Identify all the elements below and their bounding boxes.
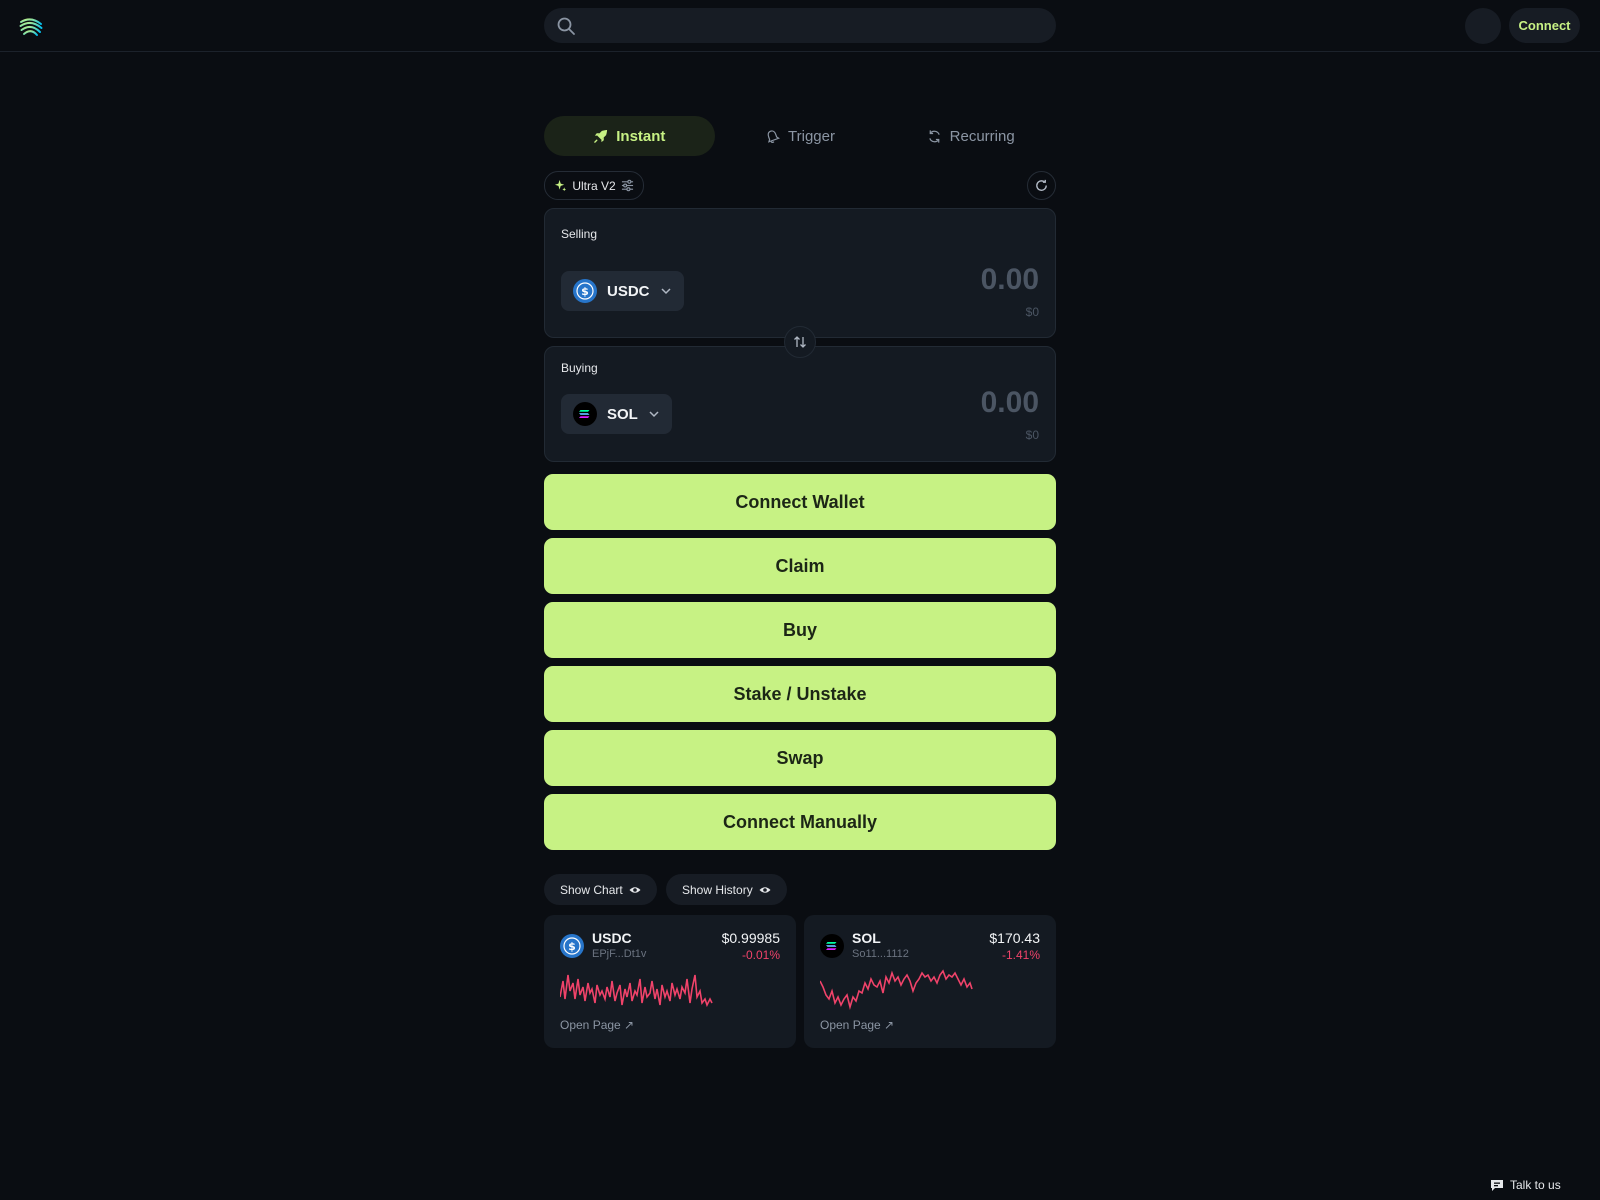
tab-trigger[interactable]: Trigger bbox=[715, 116, 886, 156]
card-price: $170.43 bbox=[989, 930, 1040, 946]
card-change: -0.01% bbox=[741, 948, 780, 962]
buying-amount-input[interactable]: 0.00 bbox=[981, 386, 1039, 420]
chevron-down-icon bbox=[660, 288, 671, 295]
svg-text:$: $ bbox=[581, 285, 589, 298]
ultra-mode-button[interactable]: Ultra V2 bbox=[544, 171, 644, 200]
eye-icon bbox=[629, 886, 641, 893]
card-price: $0.99985 bbox=[721, 930, 780, 946]
open-page-link[interactable]: Open Page ↗ bbox=[560, 1018, 634, 1032]
buying-usd-value: $0 bbox=[1025, 428, 1039, 442]
buying-label: Buying bbox=[561, 361, 598, 375]
connect-wallet-button[interactable]: Connect Wallet bbox=[544, 474, 1056, 530]
token-card-sol[interactable]: SOL So11...1112 $170.43 -1.41% Open Page… bbox=[804, 915, 1056, 1048]
token-card-usdc[interactable]: $ USDC EPjF...Dt1v $0.99985 -0.01% Open … bbox=[544, 915, 796, 1048]
search-bar[interactable] bbox=[544, 8, 1056, 43]
card-address: So11...1112 bbox=[852, 948, 909, 960]
connect-manually-button[interactable]: Connect Manually bbox=[544, 794, 1056, 850]
usdc-icon: $ bbox=[560, 934, 584, 958]
tab-label: Trigger bbox=[788, 127, 835, 145]
tab-label: Instant bbox=[616, 127, 666, 145]
selling-amount-input[interactable]: 0.00 bbox=[981, 263, 1039, 297]
card-symbol: USDC bbox=[592, 930, 632, 946]
tab-recurring[interactable]: Recurring bbox=[885, 116, 1056, 156]
chat-icon bbox=[1491, 1180, 1503, 1191]
selling-panel: Selling $ USDC 0.00 $0 bbox=[544, 208, 1056, 338]
sol-icon bbox=[820, 934, 844, 958]
top-bar: Connect bbox=[0, 0, 1600, 52]
talk-to-us-button[interactable]: Talk to us bbox=[1490, 1178, 1561, 1192]
settings-sliders-icon[interactable] bbox=[621, 179, 634, 192]
action-buttons: Connect Wallet Claim Buy Stake / Unstake… bbox=[544, 474, 1056, 858]
refresh-icon bbox=[1036, 179, 1047, 191]
stake-unstake-button[interactable]: Stake / Unstake bbox=[544, 666, 1056, 722]
buying-panel: Buying SOL 0.00 $0 bbox=[544, 346, 1056, 462]
show-chart-button[interactable]: Show Chart bbox=[544, 874, 657, 905]
recurring-icon bbox=[928, 129, 940, 143]
card-address: EPjF...Dt1v bbox=[592, 948, 647, 960]
open-page-link[interactable]: Open Page ↗ bbox=[820, 1018, 894, 1032]
selling-usd-value: $0 bbox=[1025, 305, 1039, 319]
talk-to-us-label: Talk to us bbox=[1510, 1178, 1561, 1192]
ultra-mode-label: Ultra V2 bbox=[572, 178, 616, 193]
buy-button[interactable]: Buy bbox=[544, 602, 1056, 658]
swap-button[interactable]: Swap bbox=[544, 730, 1056, 786]
price-sparkline bbox=[820, 969, 973, 1011]
buying-token-select[interactable]: SOL bbox=[561, 394, 672, 434]
chevron-down-icon bbox=[649, 411, 659, 418]
selling-label: Selling bbox=[561, 227, 598, 241]
selling-token-name: USDC bbox=[607, 282, 650, 300]
search-input[interactable] bbox=[584, 17, 1056, 34]
rocket-icon bbox=[594, 129, 608, 143]
sparkle-icon bbox=[555, 179, 567, 192]
search-icon bbox=[557, 17, 575, 35]
show-history-label: Show History bbox=[682, 882, 753, 897]
card-symbol: SOL bbox=[852, 930, 881, 946]
buying-token-name: SOL bbox=[607, 405, 638, 423]
show-history-button[interactable]: Show History bbox=[666, 874, 787, 905]
swap-mode-tabs: Instant Trigger Recurring bbox=[544, 116, 1056, 156]
swap-direction-button[interactable] bbox=[784, 326, 816, 358]
connect-button[interactable]: Connect bbox=[1509, 8, 1580, 43]
jupiter-logo-icon[interactable] bbox=[18, 13, 44, 39]
refresh-button[interactable] bbox=[1027, 171, 1056, 200]
show-chart-label: Show Chart bbox=[560, 882, 623, 897]
avatar[interactable] bbox=[1465, 8, 1501, 44]
price-sparkline bbox=[560, 974, 713, 1008]
tab-instant[interactable]: Instant bbox=[544, 116, 715, 156]
card-change: -1.41% bbox=[1001, 948, 1040, 962]
svg-text:$: $ bbox=[568, 940, 576, 953]
eye-icon bbox=[759, 886, 771, 893]
claim-button[interactable]: Claim bbox=[544, 538, 1056, 594]
bell-icon bbox=[767, 129, 780, 143]
swap-arrows-icon bbox=[794, 336, 806, 348]
tab-label: Recurring bbox=[949, 127, 1015, 145]
usdc-icon: $ bbox=[573, 279, 597, 303]
sol-icon bbox=[573, 402, 597, 426]
selling-token-select[interactable]: $ USDC bbox=[561, 271, 684, 311]
